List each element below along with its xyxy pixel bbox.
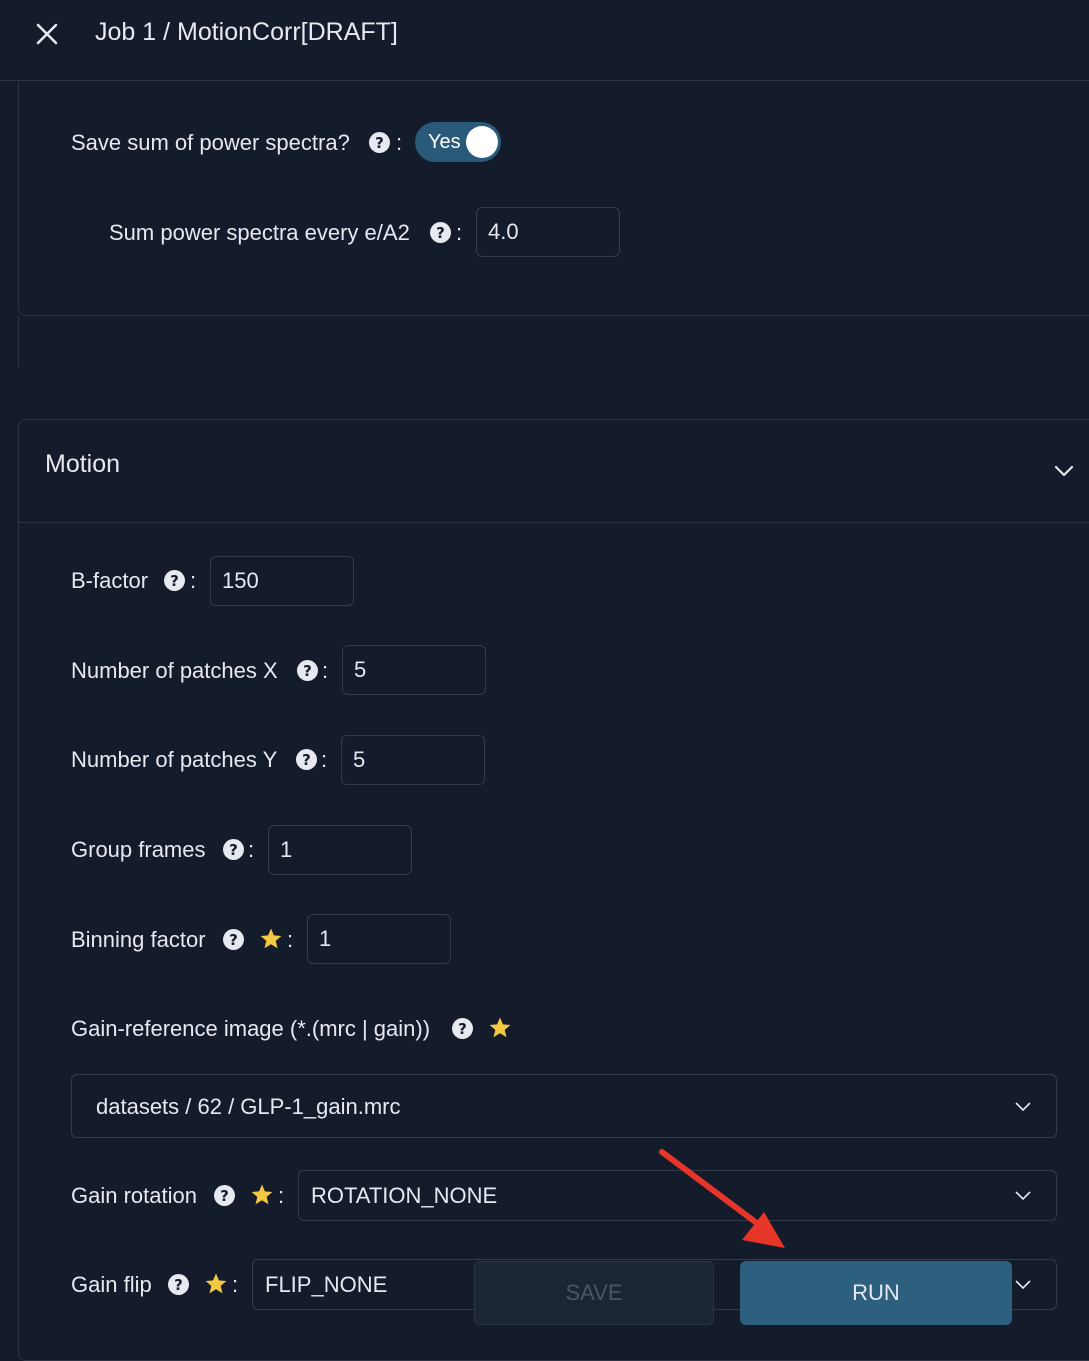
star-icon [251, 1184, 273, 1205]
field-colon: : [456, 220, 463, 245]
dialog-header: Job 1 / MotionCorr[DRAFT] [0, 0, 1089, 81]
gain-reference-value: datasets / 62 / GLP-1_gain.mrc [96, 1094, 401, 1119]
section-divider [19, 522, 1089, 523]
help-icon[interactable]: ? [296, 749, 317, 770]
gain-flip-label: Gain flip [71, 1272, 152, 1297]
chevron-down-icon [1015, 1102, 1031, 1112]
help-icon[interactable]: ? [214, 1185, 235, 1206]
top-section-panel [18, 80, 1089, 316]
gain-flip-value: FLIP_NONE [265, 1272, 388, 1297]
collapse-section-button[interactable] [1051, 458, 1077, 484]
gain-reference-label: Gain-reference image (*.(mrc | gain)) [71, 1016, 431, 1041]
star-icon [205, 1273, 227, 1294]
chevron-down-icon [1015, 1280, 1031, 1290]
save-power-spectra-label: Save sum of power spectra? [71, 130, 350, 155]
help-icon[interactable]: ? [223, 839, 244, 860]
chevron-down-icon [1054, 465, 1074, 477]
field-colon: : [248, 837, 255, 862]
patches-x-input[interactable] [342, 645, 486, 695]
help-icon[interactable]: ? [297, 660, 318, 681]
sum-power-spectra-label: Sum power spectra every e/A2 [109, 220, 410, 245]
field-colon: : [190, 568, 197, 593]
section-title-motion: Motion [45, 450, 121, 478]
help-icon[interactable]: ? [430, 222, 451, 243]
group-frames-label: Group frames [71, 837, 206, 862]
star-icon [260, 928, 282, 949]
group-frames-input[interactable] [268, 825, 412, 875]
field-colon: : [322, 658, 329, 683]
binning-factor-input[interactable] [307, 914, 451, 964]
save-button[interactable]: SAVE [474, 1261, 714, 1325]
help-icon[interactable]: ? [452, 1018, 473, 1039]
toggle-label: Yes [428, 131, 461, 153]
chevron-down-icon [1015, 1191, 1031, 1201]
help-icon[interactable]: ? [168, 1274, 189, 1295]
binning-factor-label: Binning factor [71, 927, 206, 952]
page-title: Job 1 / MotionCorr[DRAFT] [95, 18, 398, 46]
patches-y-label: Number of patches Y [71, 747, 278, 772]
help-icon[interactable]: ? [223, 929, 244, 950]
gain-reference-select[interactable]: datasets / 62 / GLP-1_gain.mrc [71, 1074, 1057, 1138]
help-icon[interactable]: ? [369, 132, 390, 153]
field-colon: : [232, 1272, 239, 1297]
b-factor-label: B-factor [71, 568, 149, 593]
toggle-knob [466, 126, 498, 158]
run-button[interactable]: RUN [740, 1261, 1012, 1325]
sum-power-spectra-input[interactable] [476, 207, 620, 257]
b-factor-input[interactable] [210, 556, 354, 606]
gain-rotation-value: ROTATION_NONE [311, 1183, 498, 1208]
field-colon: : [278, 1183, 285, 1208]
annotation-arrow-icon [659, 1149, 785, 1248]
gain-rotation-label: Gain rotation [71, 1183, 197, 1208]
field-colon: : [321, 747, 328, 772]
field-colon: : [396, 130, 403, 155]
star-icon [489, 1017, 511, 1038]
field-colon: : [287, 927, 294, 952]
save-power-spectra-toggle[interactable]: Yes [415, 122, 501, 162]
help-icon[interactable]: ? [164, 570, 185, 591]
panel-divider [18, 315, 19, 367]
patches-x-label: Number of patches X [71, 658, 278, 683]
patches-y-input[interactable] [341, 735, 485, 785]
close-icon [36, 23, 58, 45]
close-button[interactable] [30, 17, 64, 51]
